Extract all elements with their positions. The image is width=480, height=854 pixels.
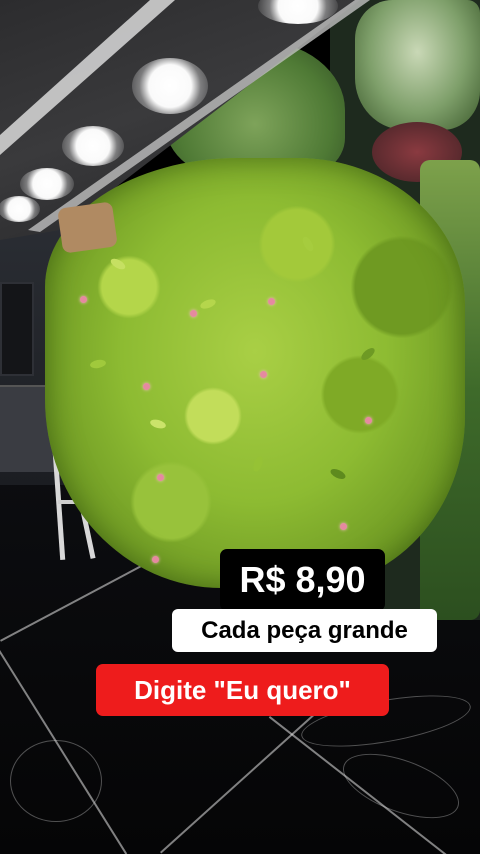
pink-flower — [365, 417, 372, 424]
ceiling-light — [0, 196, 40, 222]
marble-vein — [10, 740, 102, 822]
ceiling-light — [62, 126, 124, 166]
pink-flower — [190, 310, 197, 317]
pink-flower — [152, 556, 159, 563]
upper-foliage — [355, 0, 480, 130]
panel-backing — [57, 201, 118, 254]
call-to-action-caption: Digite "Eu quero" — [96, 664, 389, 716]
kitchen-cabinet — [0, 282, 34, 376]
product-size-caption: Cada peça grande — [172, 609, 437, 652]
ceiling-light — [20, 168, 74, 200]
pink-flower — [340, 523, 347, 530]
price-caption: R$ 8,90 — [220, 549, 385, 611]
pink-flower — [260, 371, 267, 378]
ceiling-light — [132, 58, 208, 114]
video-frame: R$ 8,90 Cada peça grande Digite "Eu quer… — [0, 0, 480, 854]
pink-flower — [80, 296, 87, 303]
pink-flower — [143, 383, 150, 390]
pink-flower — [268, 298, 275, 305]
pink-flower — [157, 474, 164, 481]
